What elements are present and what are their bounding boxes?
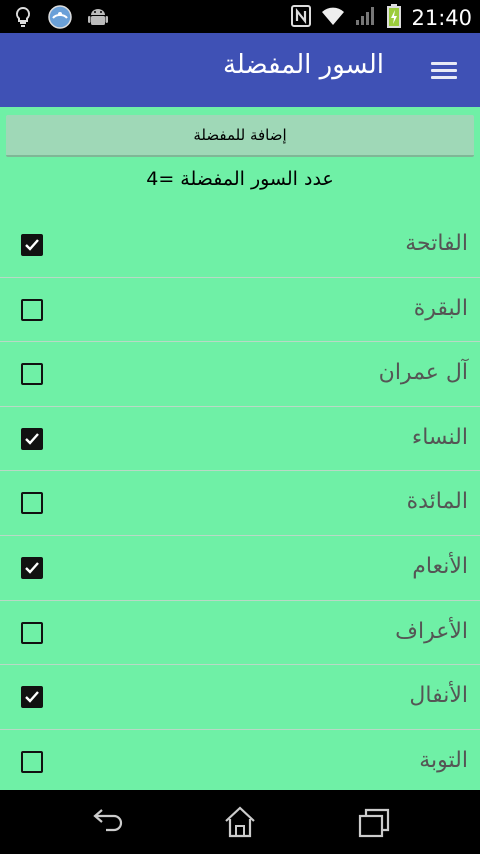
checkbox-unchecked[interactable] xyxy=(21,298,43,321)
surah-name: الفاتحة xyxy=(405,231,468,256)
nfc-icon xyxy=(291,5,312,31)
home-icon[interactable] xyxy=(220,804,260,840)
bulb-icon xyxy=(14,6,32,32)
quran-app-icon xyxy=(48,5,72,33)
notification-icons xyxy=(14,5,108,33)
checkbox-checked[interactable] xyxy=(21,556,43,579)
surah-list: الفاتحة البقرة آل عمران النساء المائدة الأنعا… xyxy=(0,213,480,795)
surah-name: الأعراف xyxy=(395,618,468,644)
wifi-icon xyxy=(321,6,345,30)
surah-row[interactable]: المائدة xyxy=(0,471,480,536)
checkbox-checked[interactable] xyxy=(21,234,43,256)
surah-row[interactable]: النساء xyxy=(0,407,480,472)
back-icon[interactable] xyxy=(88,804,128,840)
checkbox-unchecked[interactable] xyxy=(21,621,43,644)
surah-row[interactable]: الأعراف xyxy=(0,601,480,666)
add-to-favorites-button[interactable]: إضافة للمفضلة xyxy=(6,115,474,157)
surah-row[interactable]: الفاتحة xyxy=(0,213,480,278)
page-title: السور المفضلة xyxy=(222,50,384,80)
android-icon xyxy=(88,6,108,32)
status-bar: 21:40 xyxy=(0,0,480,33)
surah-row[interactable]: البقرة xyxy=(0,278,480,343)
surah-row[interactable]: آل عمران xyxy=(0,342,480,407)
recent-apps-icon[interactable] xyxy=(354,804,394,840)
favorites-count-label: عدد السور المفضلة =4 xyxy=(146,168,334,190)
clock: 21:40 xyxy=(411,5,472,30)
checkbox-checked[interactable] xyxy=(21,427,43,450)
signal-icon xyxy=(355,6,377,30)
battery-charging-icon xyxy=(387,4,402,32)
app-bar: السور المفضلة xyxy=(0,33,480,107)
checkbox-unchecked[interactable] xyxy=(21,492,43,515)
surah-name: التوبة xyxy=(419,747,468,773)
surah-name: المائدة xyxy=(406,489,468,515)
hamburger-menu-icon[interactable] xyxy=(424,51,464,89)
surah-name: الأنفال xyxy=(409,683,468,709)
system-icons: 21:40 xyxy=(291,4,472,32)
surah-row[interactable]: التوبة xyxy=(0,730,480,795)
surah-name: النساء xyxy=(411,424,468,450)
surah-name: آل عمران xyxy=(378,360,468,386)
surah-row[interactable]: الأنعام xyxy=(0,536,480,601)
checkbox-checked[interactable] xyxy=(21,686,43,709)
surah-name: البقرة xyxy=(413,295,468,321)
surah-name: الأنعام xyxy=(412,553,468,579)
checkbox-unchecked[interactable] xyxy=(21,750,43,773)
navigation-bar xyxy=(0,790,480,854)
surah-row[interactable]: الأنفال xyxy=(0,665,480,730)
checkbox-unchecked[interactable] xyxy=(21,363,43,386)
